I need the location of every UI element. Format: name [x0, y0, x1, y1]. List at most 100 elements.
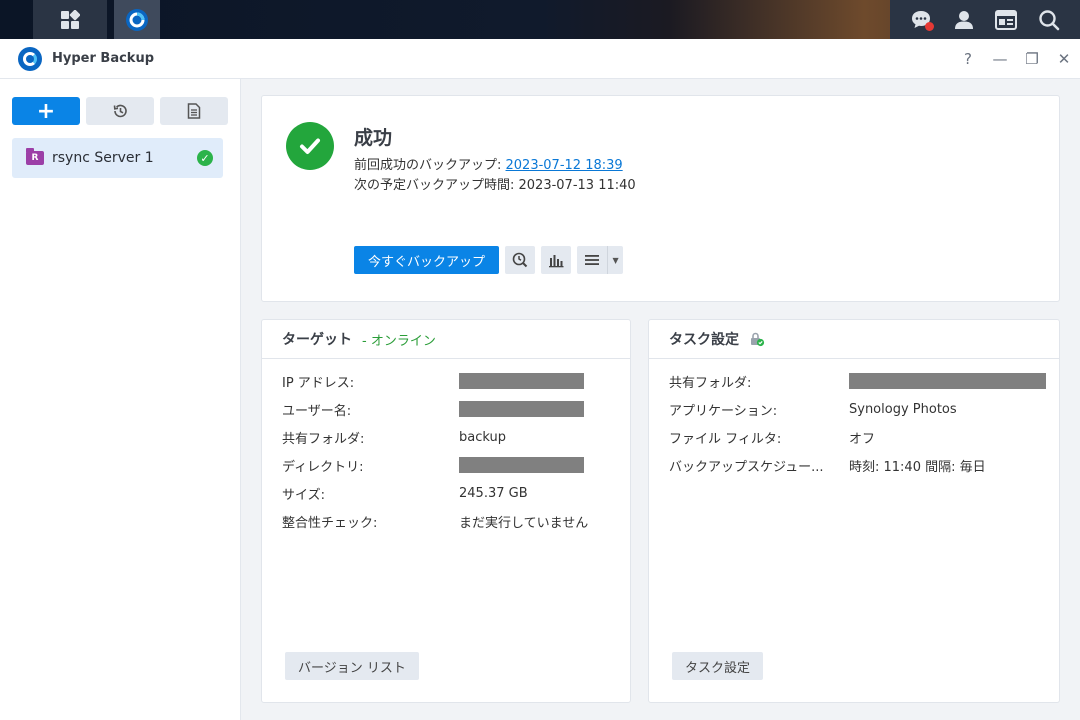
success-status-icon — [286, 122, 334, 170]
redacted-value — [849, 373, 1046, 389]
task-list-item[interactable]: R rsync Server 1 ✓ — [12, 138, 223, 178]
target-title: ターゲット — [282, 332, 352, 348]
backup-now-button[interactable]: 今すぐバックアップ — [354, 246, 500, 274]
search-icon — [1039, 9, 1060, 30]
target-row-directory: ディレクトリ: — [282, 451, 630, 479]
row-key: ファイル フィルタ: — [669, 431, 782, 447]
help-icon: ? — [964, 49, 972, 68]
next-backup-value: 2023-07-13 11:40 — [518, 178, 636, 193]
close-icon: ✕ — [1057, 49, 1071, 68]
main-panel: 成功 前回成功のバックアップ: 2023-07-12 18:39 次の予定バック… — [241, 79, 1080, 720]
status-card: 成功 前回成功のバックアップ: 2023-07-12 18:39 次の予定バック… — [261, 95, 1060, 302]
target-row-size: サイズ: 245.37 GB — [282, 479, 630, 507]
add-task-button[interactable]: + — [12, 97, 80, 125]
lock-check-icon — [751, 332, 765, 347]
last-backup-label: 前回成功のバックアップ: — [354, 158, 506, 173]
rsync-folder-icon: R — [26, 148, 44, 165]
task-row-file-filter: ファイル フィルタ: オフ — [669, 423, 1059, 451]
hyper-backup-icon — [126, 8, 148, 31]
success-check-icon: ✓ — [197, 150, 213, 166]
sidebar: + R rsync Server 1 ✓ — [0, 79, 241, 720]
row-key: ディレクトリ: — [282, 459, 364, 475]
row-value: 時刻: 11:40 間隔: 毎日 — [849, 459, 986, 475]
redacted-value — [459, 373, 584, 389]
row-key: バックアップスケジュー... — [669, 459, 824, 475]
taskbar — [0, 0, 1080, 39]
search-button[interactable] — [1036, 7, 1062, 33]
window-titlebar[interactable]: Hyper Backup ? — ❐ ✕ — [0, 39, 1080, 79]
row-key: ユーザー名: — [282, 403, 352, 419]
statistics-button[interactable] — [541, 246, 572, 274]
target-row-shared-folder: 共有フォルダ: backup — [282, 423, 630, 451]
version-list-button[interactable]: バージョン リスト — [285, 652, 419, 680]
close-button[interactable]: ✕ — [1048, 44, 1080, 74]
row-key: 共有フォルダ: — [282, 431, 365, 447]
bar-chart-icon — [549, 255, 564, 268]
app-grid-icon — [61, 9, 80, 29]
task-settings-card: タスク設定 共有フォルダ: アプリケーション: Synology Photos — [648, 319, 1060, 703]
taskbar-tray — [890, 0, 1080, 39]
task-row-schedule: バックアップスケジュー... 時刻: 11:40 間隔: 毎日 — [669, 451, 1059, 479]
widget-panel-icon — [995, 9, 1018, 30]
next-backup-label: 次の予定バックアップ時間: — [354, 178, 519, 193]
last-backup-link[interactable]: 2023-07-12 18:39 — [506, 158, 623, 173]
last-backup-line: 前回成功のバックアップ: 2023-07-12 18:39 — [354, 154, 623, 173]
task-row-shared-folder: 共有フォルダ: — [669, 367, 1059, 395]
restore-icon: ❐ — [1025, 49, 1039, 68]
task-label: rsync Server 1 — [52, 150, 154, 166]
restore-button[interactable]: ❐ — [1016, 44, 1048, 74]
document-icon — [187, 103, 201, 119]
row-key: IP アドレス: — [282, 375, 355, 391]
task-settings-details: 共有フォルダ: アプリケーション: Synology Photos ファイル フ… — [649, 359, 1059, 479]
hyper-backup-window: Hyper Backup ? — ❐ ✕ + R rsync Server 1 … — [0, 39, 1080, 720]
task-row-application: アプリケーション: Synology Photos — [669, 395, 1059, 423]
clock-search-icon — [512, 252, 528, 268]
user-icon — [954, 10, 973, 29]
target-row-integrity: 整合性チェック: まだ実行していません — [282, 507, 630, 535]
target-card-header: ターゲット - オンライン — [262, 320, 630, 359]
target-row-username: ユーザー名: — [282, 395, 630, 423]
target-details: IP アドレス: ユーザー名: 共有フォルダ: backup ディレクトリ: サ… — [262, 359, 630, 535]
next-backup-line: 次の予定バックアップ時間: 2023-07-13 11:40 — [354, 174, 636, 193]
row-key: 共有フォルダ: — [669, 375, 752, 391]
main-menu-button[interactable] — [33, 0, 107, 39]
action-buttons: 今すぐバックアップ ▼ — [354, 246, 624, 274]
task-settings-title: タスク設定 — [669, 332, 739, 348]
row-key: 整合性チェック: — [282, 515, 378, 531]
row-key: サイズ: — [282, 487, 325, 503]
minimize-icon: — — [992, 49, 1008, 68]
row-value: backup — [459, 429, 506, 445]
row-value: Synology Photos — [849, 401, 957, 417]
caret-down-icon: ▼ — [607, 246, 623, 274]
widgets-button[interactable] — [993, 7, 1019, 33]
status-title: 成功 — [354, 127, 393, 149]
window-controls: ? — ❐ ✕ — [952, 44, 1080, 74]
window-title: Hyper Backup — [52, 51, 155, 66]
redacted-value — [459, 457, 584, 473]
help-button[interactable]: ? — [952, 44, 984, 74]
row-value: オフ — [849, 431, 876, 447]
restore-history-button[interactable] — [86, 97, 154, 125]
notifications-button[interactable] — [908, 7, 935, 33]
target-card: ターゲット - オンライン IP アドレス: ユーザー名: 共有フォルダ: ba… — [261, 319, 631, 703]
row-key: アプリケーション: — [669, 403, 778, 419]
hyper-backup-logo-icon — [18, 46, 42, 71]
log-button[interactable] — [160, 97, 228, 125]
user-menu-button[interactable] — [951, 7, 977, 33]
row-value: まだ実行していません — [459, 515, 589, 531]
target-row-ip: IP アドレス: — [282, 367, 630, 395]
online-status: - オンライン — [362, 333, 436, 349]
menu-icon — [577, 246, 607, 274]
backup-explorer-button[interactable] — [505, 246, 536, 274]
task-settings-button[interactable]: タスク設定 — [672, 652, 764, 680]
taskbar-hyper-backup-button[interactable] — [114, 0, 160, 39]
plus-icon: + — [36, 98, 56, 124]
more-actions-button[interactable]: ▼ — [577, 246, 624, 274]
notification-badge — [925, 21, 935, 31]
redacted-value — [459, 401, 584, 417]
row-value: 245.37 GB — [459, 485, 528, 501]
task-settings-header: タスク設定 — [649, 320, 1059, 359]
sidebar-toolbar: + — [0, 79, 240, 125]
minimize-button[interactable]: — — [984, 44, 1016, 74]
history-icon — [113, 104, 127, 118]
